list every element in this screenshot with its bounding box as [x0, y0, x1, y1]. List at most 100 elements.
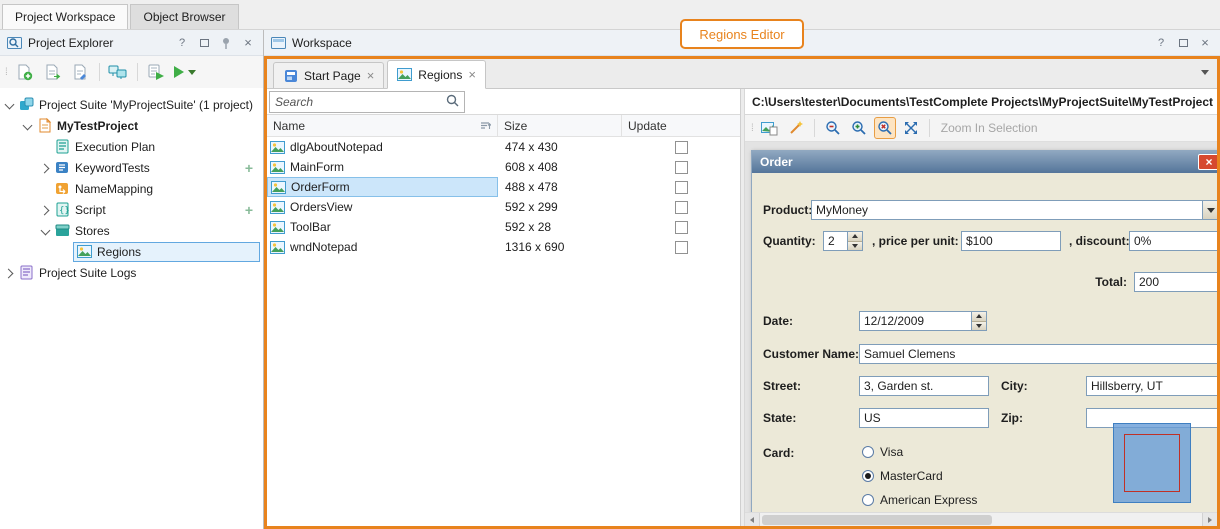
chevron-right-icon[interactable]	[40, 163, 50, 173]
column-header-name[interactable]: Name	[267, 115, 498, 136]
region-preview-canvas[interactable]: Order Product: MyMoney Quantity:	[745, 142, 1217, 512]
magic-wand-icon[interactable]	[785, 117, 807, 139]
card-label: Card:	[763, 446, 794, 460]
float-icon[interactable]	[1175, 35, 1191, 51]
date-spinbox: 12/12/2009	[859, 311, 987, 331]
state-label: State:	[763, 411, 796, 425]
row-name: OrdersView	[290, 200, 352, 214]
radio-visa-label: Visa	[880, 445, 903, 459]
tree-item-namemapping[interactable]: NameMapping	[0, 178, 263, 199]
radio-icon	[862, 446, 874, 458]
toolbar-drag-handle[interactable]: ⁞	[5, 67, 7, 78]
region-preview-pane: C:\Users\tester\Documents\TestComplete P…	[745, 89, 1217, 526]
customer-name-field: Samuel Clemens	[859, 344, 1217, 364]
chevron-down-icon[interactable]	[40, 226, 50, 236]
document-tabbar: Start Page Regions	[267, 59, 1217, 89]
chevron-down-icon[interactable]	[22, 121, 32, 131]
add-icon[interactable]: +	[245, 202, 253, 218]
chevron-right-icon[interactable]	[4, 268, 14, 278]
float-icon[interactable]	[196, 35, 212, 51]
pin-icon[interactable]	[218, 35, 234, 51]
search-icon[interactable]	[446, 94, 459, 110]
run-icon[interactable]	[172, 60, 197, 85]
scrollbar-thumb[interactable]	[762, 515, 992, 525]
radio-american-express: American Express	[862, 493, 977, 506]
toolbar-drag-handle[interactable]: ⁞	[751, 123, 753, 134]
tree-item-regions[interactable]: Regions	[0, 241, 263, 262]
close-icon[interactable]	[1197, 35, 1213, 51]
update-checkbox[interactable]	[675, 201, 688, 214]
search-row	[267, 89, 740, 115]
close-icon	[1198, 154, 1217, 170]
project-suite-icon	[19, 97, 34, 112]
run-project-icon[interactable]	[144, 60, 169, 85]
street-value: 3, Garden st.	[860, 379, 988, 393]
toolbar-separator	[929, 119, 930, 137]
tree-item-script[interactable]: {} Script +	[0, 199, 263, 220]
tree-item-label: NameMapping	[75, 182, 153, 196]
table-row-dlgaboutnotepad[interactable]: dlgAboutNotepad 474 x 430	[267, 137, 740, 157]
update-checkbox[interactable]	[675, 241, 688, 254]
update-checkbox[interactable]	[675, 181, 688, 194]
tab-object-browser[interactable]: Object Browser	[130, 4, 238, 29]
project-tree: Project Suite 'MyProjectSuite' (1 projec…	[0, 88, 263, 529]
close-icon[interactable]	[468, 67, 476, 82]
column-header-size[interactable]: Size	[498, 115, 622, 136]
scroll-right-icon[interactable]	[1202, 513, 1217, 526]
tree-item-execution-plan[interactable]: Execution Plan	[0, 136, 263, 157]
zoom-in-icon[interactable]	[848, 117, 870, 139]
column-header-update[interactable]: Update	[622, 115, 740, 136]
table-row-ordersview[interactable]: OrdersView 592 x 299	[267, 197, 740, 217]
compare-image-icon[interactable]	[759, 117, 781, 139]
search-input[interactable]	[275, 95, 442, 109]
add-existing-item-icon[interactable]	[40, 60, 65, 85]
tab-list-dropdown-icon[interactable]	[1201, 70, 1209, 75]
chevron-right-icon[interactable]	[40, 205, 50, 215]
radio-selected-icon	[862, 470, 874, 482]
zoom-out-icon[interactable]	[822, 117, 844, 139]
tree-item-stores[interactable]: Stores	[0, 220, 263, 241]
table-row-wndnotepad[interactable]: wndNotepad 1316 x 690	[267, 237, 740, 257]
table-row-toolbar[interactable]: ToolBar 592 x 28	[267, 217, 740, 237]
fit-to-window-icon[interactable]	[900, 117, 922, 139]
tab-regions[interactable]: Regions	[387, 60, 486, 89]
region-image-icon	[270, 220, 285, 235]
network-suite-icon[interactable]	[106, 60, 131, 85]
horizontal-scrollbar[interactable]	[745, 512, 1217, 526]
quantity-spinbox: 2	[823, 231, 863, 251]
run-dropdown-icon[interactable]	[188, 70, 196, 75]
region-image-icon	[270, 200, 285, 215]
workspace-panel: Workspace Start Page Regio	[264, 30, 1220, 529]
total-field: 200	[1134, 272, 1217, 292]
export-item-icon[interactable]	[68, 60, 93, 85]
update-checkbox[interactable]	[675, 161, 688, 174]
regions-icon	[77, 244, 92, 259]
table-row-mainform[interactable]: MainForm 608 x 408	[267, 157, 740, 177]
scroll-left-icon[interactable]	[745, 513, 760, 526]
date-value: 12/12/2009	[860, 314, 971, 328]
tab-project-workspace[interactable]: Project Workspace	[2, 4, 128, 29]
order-form-preview: Order Product: MyMoney Quantity:	[751, 150, 1217, 512]
search-box	[269, 91, 465, 113]
update-checkbox[interactable]	[675, 221, 688, 234]
tree-item-keywordtests[interactable]: KeywordTests +	[0, 157, 263, 178]
table-row-orderform[interactable]: OrderForm 488 x 478	[267, 177, 740, 197]
zoom-selection-icon[interactable]	[874, 117, 896, 139]
region-selection-overlay[interactable]	[1113, 423, 1191, 503]
chevron-down-icon[interactable]	[4, 100, 14, 110]
row-size: 1316 x 690	[498, 240, 622, 254]
help-icon[interactable]	[1153, 35, 1169, 51]
tab-start-page[interactable]: Start Page	[273, 62, 384, 88]
add-icon[interactable]: +	[245, 160, 253, 176]
close-icon[interactable]	[240, 35, 256, 51]
help-icon[interactable]	[174, 35, 190, 51]
update-checkbox[interactable]	[675, 141, 688, 154]
tree-item-project-suite-logs[interactable]: Project Suite Logs	[0, 262, 263, 283]
tree-item-mytestproject[interactable]: MyTestProject	[0, 115, 263, 136]
add-item-icon[interactable]	[12, 60, 37, 85]
radio-visa: Visa	[862, 445, 903, 458]
sort-icon[interactable]	[480, 119, 491, 133]
close-icon[interactable]	[367, 68, 375, 83]
project-icon	[37, 118, 52, 133]
tree-item-project-suite[interactable]: Project Suite 'MyProjectSuite' (1 projec…	[0, 94, 263, 115]
